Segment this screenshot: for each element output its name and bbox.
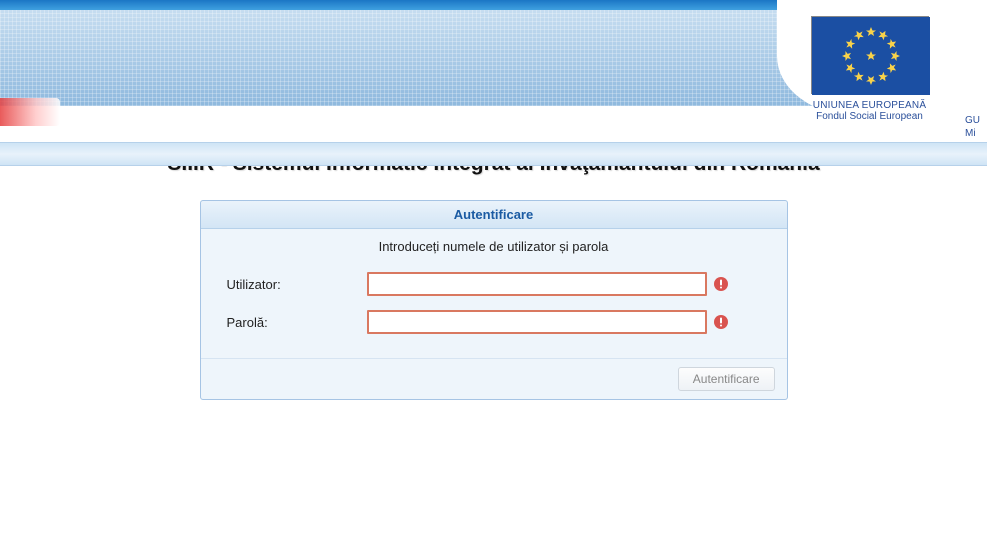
user-input-wrap	[367, 272, 761, 296]
pass-row: Parolă:	[227, 310, 761, 334]
eu-label-1: UNIUNEA EUROPEANĂ	[797, 100, 942, 111]
login-button[interactable]: Autentificare	[678, 367, 775, 391]
login-footer: Autentificare	[201, 358, 787, 399]
partial-right-line1: GU	[965, 114, 987, 127]
pass-label: Parolă:	[227, 315, 367, 330]
login-instruction: Introduceți numele de utilizator și paro…	[201, 229, 787, 272]
header-red-tip	[0, 98, 60, 126]
login-panel: Autentificare Introduceți numele de util…	[200, 200, 788, 400]
pass-input-wrap	[367, 310, 761, 334]
login-panel-title: Autentificare	[201, 201, 787, 229]
eu-logo-block: UNIUNEA EUROPEANĂ Fondul Social European	[797, 16, 942, 122]
eu-flag-icon	[811, 16, 929, 94]
partial-right-line2: Mi	[965, 127, 987, 140]
user-row: Utilizator:	[227, 272, 761, 296]
partial-right-labels: GU Mi	[965, 114, 987, 140]
error-icon	[713, 276, 729, 292]
user-input[interactable]	[367, 272, 707, 296]
login-form: Utilizator: Parolă:	[201, 272, 787, 358]
user-label: Utilizator:	[227, 277, 367, 292]
eu-label-2: Fondul Social European	[797, 111, 942, 122]
header-sub-band	[0, 142, 987, 166]
error-icon	[713, 314, 729, 330]
pass-input[interactable]	[367, 310, 707, 334]
